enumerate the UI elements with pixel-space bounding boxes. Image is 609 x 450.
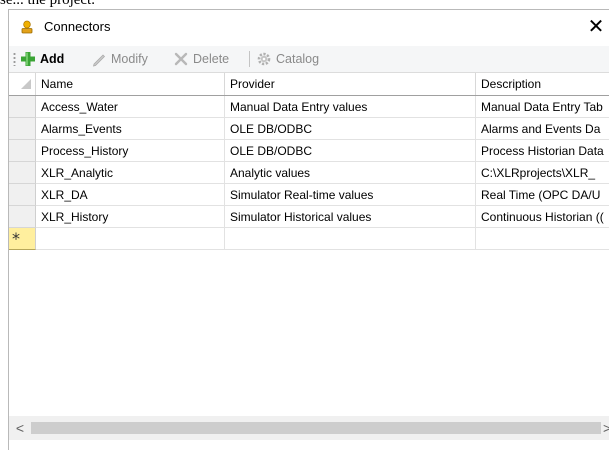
- row-header[interactable]: [9, 96, 36, 118]
- close-icon: ✕: [587, 14, 605, 38]
- new-row[interactable]: *: [9, 228, 609, 250]
- table-row[interactable]: XLR_Analytic Analytic values C:\XLRproje…: [9, 162, 609, 184]
- cell-provider[interactable]: Analytic values: [225, 162, 476, 184]
- cell-provider[interactable]: Manual Data Entry values: [225, 96, 476, 118]
- connectors-grid: Name ▲ Provider Description Access_Water…: [9, 72, 609, 417]
- scroll-right-arrow-icon[interactable]: >: [603, 418, 609, 438]
- toolbar-grip[interactable]: [13, 52, 16, 66]
- column-header-description[interactable]: Description: [476, 73, 609, 95]
- toolbar: Add Modify Delete Catalog: [9, 46, 609, 72]
- cell-description[interactable]: Continuous Historian ((: [476, 206, 609, 228]
- select-all-corner[interactable]: [9, 73, 36, 95]
- delete-button[interactable]: Delete: [173, 49, 245, 69]
- table-row[interactable]: XLR_DA Simulator Real-time values Real T…: [9, 184, 609, 206]
- cell-name[interactable]: XLR_History: [36, 206, 225, 228]
- column-header-label: Description: [481, 77, 542, 91]
- delete-label: Delete: [193, 52, 230, 66]
- scrollbar-thumb[interactable]: [31, 422, 601, 434]
- background-caption-text: se... the project.: [0, 0, 95, 8]
- select-all-triangle-icon: [21, 79, 31, 89]
- add-label: Add: [40, 52, 65, 66]
- cell-description[interactable]: [476, 228, 609, 250]
- cell-provider[interactable]: OLE DB/ODBC: [225, 118, 476, 140]
- grid-header: Name ▲ Provider Description: [9, 73, 609, 96]
- pencil-icon: [93, 54, 105, 67]
- close-button[interactable]: ✕: [583, 14, 609, 40]
- cell-name[interactable]: XLR_Analytic: [36, 162, 225, 184]
- column-header-provider[interactable]: Provider: [225, 73, 476, 95]
- catalog-button[interactable]: Catalog: [256, 49, 336, 69]
- row-header[interactable]: [9, 118, 36, 140]
- row-header[interactable]: [9, 140, 36, 162]
- connectors-dialog: Connectors ✕ Add Modify Delete Catalog N…: [8, 9, 609, 450]
- row-header[interactable]: [9, 162, 36, 184]
- delete-x-icon: [174, 52, 188, 66]
- title-bar: Connectors ✕: [9, 10, 609, 46]
- table-row[interactable]: Process_History OLE DB/ODBC Process Hist…: [9, 140, 609, 162]
- new-row-asterisk-icon: *: [12, 229, 20, 248]
- row-header[interactable]: [9, 184, 36, 206]
- cell-provider[interactable]: [225, 228, 476, 250]
- table-row[interactable]: Access_Water Manual Data Entry values Ma…: [9, 96, 609, 118]
- row-header[interactable]: [9, 206, 36, 228]
- cell-provider[interactable]: Simulator Real-time values: [225, 184, 476, 206]
- cell-description[interactable]: Real Time (OPC DA/U: [476, 184, 609, 206]
- table-row[interactable]: XLR_History Simulator Historical values …: [9, 206, 609, 228]
- cell-name[interactable]: Alarms_Events: [36, 118, 225, 140]
- catalog-label: Catalog: [276, 52, 320, 66]
- modify-button[interactable]: Modify: [91, 49, 169, 69]
- cell-description[interactable]: Process Historian Data: [476, 140, 609, 162]
- gear-icon: [257, 52, 271, 66]
- cell-name[interactable]: XLR_DA: [36, 184, 225, 206]
- cell-description[interactable]: C:\XLRprojects\XLR_: [476, 162, 609, 184]
- connector-plug-icon: [21, 20, 33, 34]
- cell-name[interactable]: Process_History: [36, 140, 225, 162]
- scroll-left-arrow-icon[interactable]: <: [12, 418, 28, 438]
- column-header-label: Provider: [230, 77, 275, 91]
- add-button[interactable]: Add: [20, 49, 80, 69]
- column-header-name[interactable]: Name ▲: [36, 73, 225, 95]
- column-header-label: Name: [41, 77, 74, 91]
- horizontal-scrollbar[interactable]: < >: [9, 416, 609, 440]
- cell-name[interactable]: [36, 228, 225, 250]
- toolbar-separator: [249, 51, 250, 67]
- window-title: Connectors: [44, 19, 111, 34]
- new-row-header[interactable]: *: [9, 228, 36, 250]
- cell-description[interactable]: Alarms and Events Da: [476, 118, 609, 140]
- add-plus-icon: [21, 52, 35, 66]
- table-row[interactable]: Alarms_Events OLE DB/ODBC Alarms and Eve…: [9, 118, 609, 140]
- cell-name[interactable]: Access_Water: [36, 96, 225, 118]
- modify-label: Modify: [111, 52, 148, 66]
- cell-provider[interactable]: Simulator Historical values: [225, 206, 476, 228]
- cell-description[interactable]: Manual Data Entry Tab: [476, 96, 609, 118]
- cell-provider[interactable]: OLE DB/ODBC: [225, 140, 476, 162]
